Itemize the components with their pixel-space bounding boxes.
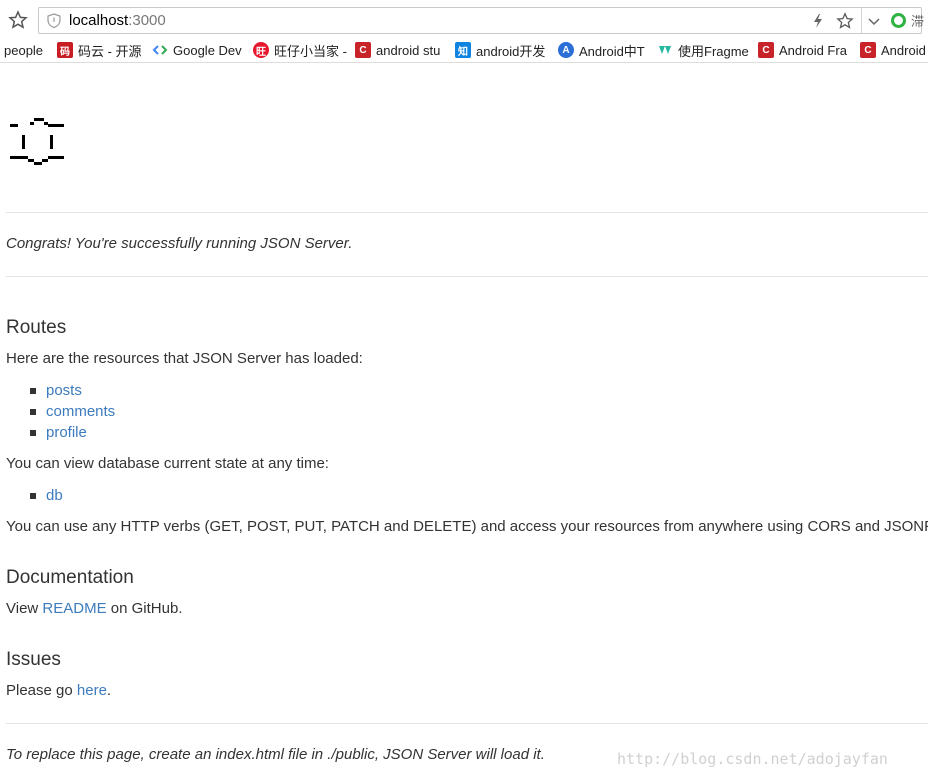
routes-heading: Routes	[6, 317, 67, 338]
bookmark-label: Android Fra	[779, 42, 847, 58]
browser-toolbar: localhost:3000 滞	[0, 0, 928, 38]
congrats-message: Congrats! You're successfully running JS…	[6, 235, 353, 252]
documentation-heading: Documentation	[6, 567, 134, 588]
lightning-icon[interactable]	[811, 13, 825, 29]
address-bar[interactable]: localhost:3000 滞	[38, 7, 924, 34]
bookmark-fragment[interactable]: 使用Fragme	[657, 41, 749, 59]
divider	[6, 276, 928, 277]
issues-suffix: .	[106, 682, 112, 699]
bookmark-label: Android	[881, 42, 926, 58]
bookmark-label: android开发	[476, 43, 546, 59]
db-list: db	[30, 485, 63, 506]
bookmark-weibo[interactable]: 旺 旺仔小当家 -	[253, 41, 347, 59]
resource-link-profile[interactable]: profile	[46, 424, 87, 441]
url-port: :3000	[128, 12, 166, 29]
resources-list: posts comments profile	[30, 380, 115, 443]
search-engine-icon[interactable]	[891, 13, 906, 28]
bookmark-label: people	[4, 42, 44, 58]
bookmark-google-dev[interactable]: Google Dev	[152, 41, 242, 59]
list-item: db	[30, 485, 63, 506]
bookmark-android-stu[interactable]: C android stu	[355, 41, 440, 59]
bookmark-label: android stu	[376, 42, 441, 58]
bookmark-label: Android中T	[579, 43, 645, 59]
bookmark-android[interactable]: C Android	[860, 41, 926, 59]
csdn-icon: C	[860, 42, 876, 58]
bookmark-star-icon[interactable]	[8, 10, 28, 30]
list-item: posts	[30, 380, 115, 401]
divider	[6, 723, 928, 724]
verbs-text: You can use any HTTP verbs (GET, POST, P…	[6, 518, 928, 535]
favorite-star-icon[interactable]	[836, 12, 854, 30]
bookmark-people[interactable]: people	[4, 41, 43, 59]
issues-prefix: Please go	[6, 682, 77, 699]
url-host: localhost	[69, 12, 129, 29]
list-item: comments	[30, 401, 115, 422]
chevron-down-icon[interactable]	[865, 12, 883, 30]
resource-link-posts[interactable]: posts	[46, 382, 82, 399]
issues-text: Please go here.	[6, 682, 111, 699]
shield-icon	[47, 13, 61, 28]
toolbar-divider	[861, 8, 862, 33]
db-link[interactable]: db	[46, 487, 63, 504]
list-item: profile	[30, 422, 115, 443]
csdn-icon: C	[758, 42, 774, 58]
json-server-logo	[10, 118, 64, 165]
search-box-text[interactable]: 滞	[911, 11, 924, 30]
google-dev-icon	[152, 42, 168, 58]
issues-heading: Issues	[6, 649, 61, 670]
blue-circle-icon: A	[558, 42, 574, 58]
bookmark-gitee[interactable]: 码 码云 - 开源	[57, 41, 142, 59]
docs-prefix: View	[6, 600, 43, 617]
footer-note: To replace this page, create an index.ht…	[6, 746, 545, 763]
green-leaf-icon	[657, 42, 673, 58]
bookmarks-bar: people 码 码云 - 开源 Google Dev 旺 旺仔小当家 - C …	[0, 38, 928, 63]
bookmark-label: 使用Fragme	[678, 43, 749, 59]
gitee-icon: 码	[57, 42, 73, 58]
divider	[6, 212, 928, 213]
issues-link[interactable]: here	[77, 682, 107, 699]
bookmark-android-fra[interactable]: C Android Fra	[758, 41, 847, 59]
bookmark-android-dev[interactable]: 知 android开发	[455, 41, 545, 59]
zhihu-icon: 知	[455, 42, 471, 58]
readme-link[interactable]: README	[42, 600, 106, 617]
bookmark-label: 码云 - 开源	[78, 43, 142, 59]
resource-link-comments[interactable]: comments	[46, 403, 115, 420]
watermark: http://blog.csdn.net/adojayfan	[617, 750, 888, 768]
weibo-icon: 旺	[253, 42, 269, 58]
address-text[interactable]: localhost:3000	[69, 12, 166, 29]
documentation-text: View README on GitHub.	[6, 600, 182, 617]
db-intro: You can view database current state at a…	[6, 455, 329, 472]
docs-suffix: on GitHub.	[106, 600, 183, 617]
routes-intro: Here are the resources that JSON Server …	[6, 350, 363, 367]
bookmark-android-zhong[interactable]: A Android中T	[558, 41, 645, 59]
csdn-icon: C	[355, 42, 371, 58]
bookmark-label: Google Dev	[173, 42, 242, 58]
bookmark-label: 旺仔小当家 -	[274, 43, 347, 59]
